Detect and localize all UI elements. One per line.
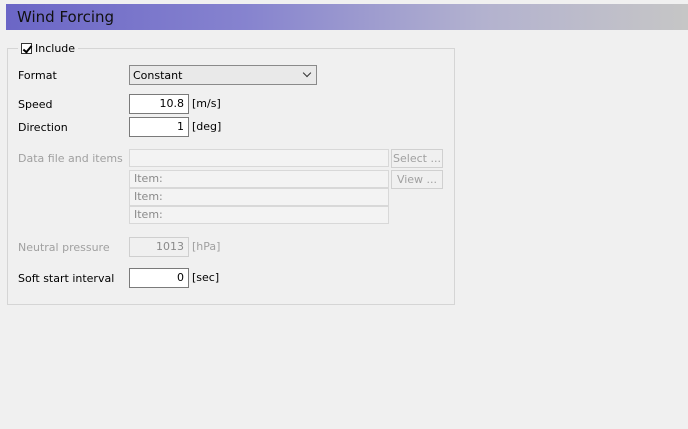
include-checkbox-row[interactable]: Include — [18, 42, 79, 55]
direction-unit: [deg] — [192, 120, 222, 133]
direction-label: Direction — [18, 121, 68, 134]
include-checkbox[interactable] — [21, 43, 32, 54]
select-file-button[interactable]: Select ... — [391, 149, 443, 168]
format-select-value: Constant — [133, 69, 183, 82]
data-item-3: Item: — [129, 206, 389, 224]
chevron-down-icon — [302, 68, 312, 78]
data-file-label: Data file and items — [18, 152, 123, 165]
speed-label: Speed — [18, 98, 53, 111]
speed-input[interactable]: 10.8 — [129, 94, 189, 114]
soft-start-unit: [sec] — [192, 271, 220, 284]
neutral-pressure-input: 1013 — [129, 237, 189, 257]
view-file-button[interactable]: View ... — [391, 170, 443, 189]
data-item-1: Item: — [129, 170, 389, 188]
speed-unit: [m/s] — [192, 97, 221, 110]
format-label: Format — [18, 69, 57, 82]
panel-header: Wind Forcing — [6, 4, 688, 30]
neutral-pressure-label: Neutral pressure — [18, 241, 110, 254]
neutral-pressure-unit: [hPa] — [192, 240, 221, 253]
panel-title: Wind Forcing — [17, 8, 115, 26]
data-file-field — [129, 149, 389, 167]
format-select[interactable]: Constant — [129, 65, 317, 85]
data-item-2: Item: — [129, 188, 389, 206]
direction-input[interactable]: 1 — [129, 117, 189, 137]
soft-start-label: Soft start interval — [18, 272, 115, 285]
include-label: Include — [35, 42, 76, 55]
soft-start-input[interactable]: 0 — [129, 268, 189, 288]
